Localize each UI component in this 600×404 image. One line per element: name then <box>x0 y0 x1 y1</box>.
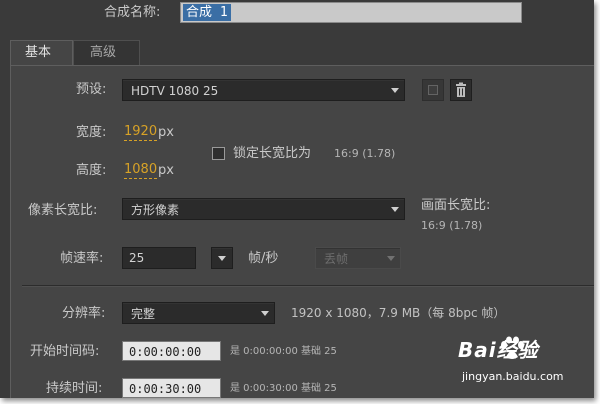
drop-frame-value: 丢帧 <box>324 252 349 266</box>
tab-advanced[interactable]: 高级 <box>73 40 140 65</box>
frame-aspect-value: 16:9 (1.78) <box>421 219 483 232</box>
comp-name-value: 合成 1 <box>183 4 231 21</box>
frame-rate-unit: 帧/秒 <box>248 251 279 266</box>
tab-advanced-label: 高级 <box>90 45 117 60</box>
duration-note: 是 0:00:30:00 基础 25 <box>230 383 337 394</box>
chevron-down-icon <box>386 80 404 100</box>
composition-settings-dialog: 合成名称: 合成 1 基本 高级 预设: HDTV 1080 25 宽度: 19… <box>0 0 594 398</box>
divider <box>22 285 594 287</box>
comp-name-label: 合成名称: <box>104 5 161 20</box>
frame-rate-value: 25 <box>129 251 145 265</box>
watermark-url: jingyan.baidu.com <box>462 370 564 383</box>
save-icon <box>428 85 438 95</box>
pixel-aspect-dropdown[interactable]: 方形像素 <box>122 198 405 220</box>
width-unit: px <box>158 125 174 140</box>
chevron-down-icon <box>386 199 404 219</box>
drop-frame-dropdown[interactable]: 丢帧 <box>315 247 401 269</box>
resolution-dropdown[interactable]: 完整 <box>122 302 275 324</box>
duration-value: 0:00:30:00 <box>129 382 202 396</box>
chevron-down-icon <box>382 248 400 268</box>
start-timecode-note: 是 0:00:00:00 基础 25 <box>230 346 337 357</box>
lock-aspect-label: 锁定长宽比为 <box>233 146 312 161</box>
chevron-down-icon <box>213 248 231 268</box>
preset-dropdown[interactable]: HDTV 1080 25 <box>122 79 405 101</box>
pixel-aspect-label: 像素长宽比: <box>28 203 98 218</box>
duration-label: 持续时间: <box>46 381 103 396</box>
watermark-brand: Bai经验 <box>458 338 539 362</box>
preset-value: HDTV 1080 25 <box>131 84 219 98</box>
save-preset-button[interactable] <box>422 79 444 101</box>
frame-rate-label: 帧速率: <box>60 251 104 266</box>
tab-basic[interactable]: 基本 <box>10 40 73 66</box>
start-timecode-input[interactable]: 0:00:00:00 <box>122 341 221 361</box>
duration-input[interactable]: 0:00:30:00 <box>122 378 221 398</box>
resolution-info: 1920 x 1080，7.9 MB（每 8bpc 帧） <box>291 306 506 320</box>
frame-rate-input[interactable]: 25 <box>122 247 196 269</box>
chevron-down-icon <box>256 303 274 323</box>
baidu-watermark: Bai经验 jingyan.baidu.com <box>458 333 588 393</box>
start-timecode-label: 开始时间码: <box>30 344 100 359</box>
start-timecode-value: 0:00:00:00 <box>129 345 202 359</box>
preset-label: 预设: <box>76 82 107 97</box>
height-unit: px <box>158 163 174 178</box>
trash-icon <box>456 82 466 97</box>
height-value[interactable]: 1080 <box>124 162 158 179</box>
width-value[interactable]: 1920 <box>124 124 158 141</box>
lock-aspect-ratio: 16:9 (1.78) <box>334 147 396 160</box>
width-label: 宽度: <box>76 125 107 140</box>
delete-preset-button[interactable] <box>450 79 472 101</box>
resolution-label: 分辨率: <box>62 306 106 321</box>
lock-aspect-checkbox[interactable] <box>212 147 225 160</box>
frame-rate-dropdown[interactable] <box>211 247 233 269</box>
comp-name-input[interactable]: 合成 1 <box>180 2 522 23</box>
tab-basic-label: 基本 <box>25 45 52 60</box>
frame-aspect-label: 画面长宽比: <box>421 198 491 213</box>
pixel-aspect-value: 方形像素 <box>131 203 180 217</box>
resolution-value: 完整 <box>131 307 156 321</box>
height-label: 高度: <box>76 163 107 178</box>
